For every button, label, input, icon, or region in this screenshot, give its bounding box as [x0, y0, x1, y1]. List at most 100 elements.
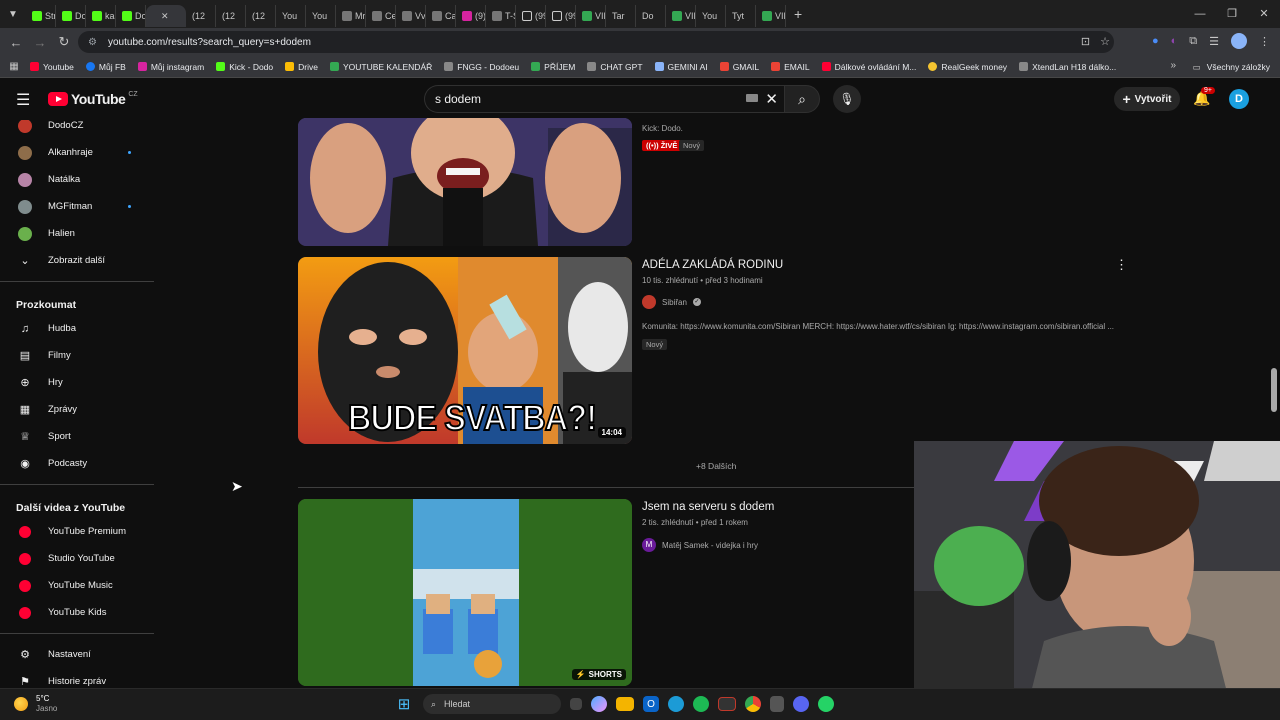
- browser-tab[interactable]: Tar: [0, 5, 1280, 688]
- browser-tab[interactable]: VID: [666, 5, 696, 27]
- file-explorer-icon[interactable]: [616, 697, 634, 711]
- copilot-icon[interactable]: [591, 696, 607, 712]
- browser-tab[interactable]: (12: [0, 5, 1280, 688]
- sidebar-subscription[interactable]: DodoCZ: [0, 120, 154, 139]
- browser-tab[interactable]: (9): [456, 5, 486, 27]
- bookmark-item[interactable]: PŘÍJEM: [531, 62, 575, 72]
- bookmark-item[interactable]: GEMINI AI: [654, 62, 708, 72]
- create-button[interactable]: + Vytvořit: [1114, 87, 1180, 111]
- discord-icon[interactable]: [793, 696, 809, 712]
- close-window-button[interactable]: ✕: [1248, 0, 1280, 28]
- show-more-button[interactable]: ⌄ Zobrazit další: [0, 247, 154, 274]
- bookmark-item[interactable]: Můj FB: [85, 62, 126, 72]
- keyboard-icon[interactable]: [746, 94, 758, 102]
- sidebar-item[interactable]: YouTube Kids: [0, 599, 154, 626]
- browser-tab[interactable]: You: [0, 5, 1280, 688]
- browser-tab[interactable]: Tyt: [0, 5, 1280, 688]
- forward-button[interactable]: →: [28, 35, 52, 50]
- sidebar-item[interactable]: ♫ Hudba: [0, 315, 154, 342]
- channel-link[interactable]: M Matěj Samek - videjka i hry: [642, 538, 758, 552]
- video-title[interactable]: ADÉLA ZAKLÁDÁ RODINU: [642, 259, 783, 271]
- sidebar-item[interactable]: ⊕ Hry: [0, 369, 154, 396]
- browser-tab[interactable]: kas: [86, 5, 116, 27]
- sidebar-subscription[interactable]: MGFitman: [0, 193, 154, 220]
- search-input[interactable]: s dodem ✕: [424, 85, 784, 113]
- sidebar-item[interactable]: ▦ Zprávy: [0, 396, 154, 423]
- browser-tab[interactable]: (99: [516, 5, 546, 27]
- minimize-button[interactable]: —: [1184, 0, 1216, 28]
- channel-link[interactable]: Sibiřan ✓: [642, 295, 701, 309]
- calculator-icon[interactable]: [770, 696, 784, 712]
- sidebar-item[interactable]: ⚑ Historie zpráv: [0, 668, 154, 688]
- page-scrollbar[interactable]: [1271, 368, 1277, 412]
- extension-icon[interactable]: ●: [1152, 35, 1159, 47]
- more-results-button[interactable]: +8 Dalších: [696, 461, 736, 471]
- sidebar-item[interactable]: YouTube Premium: [0, 518, 154, 545]
- clear-search-icon[interactable]: ✕: [765, 90, 778, 108]
- bookmark-item[interactable]: RealGeek money: [928, 62, 1007, 72]
- menu-kebab-icon[interactable]: ⋮: [1259, 35, 1270, 48]
- taskbar-search[interactable]: ⌕ Hledat: [423, 694, 561, 714]
- reading-list-icon[interactable]: ☰: [1209, 35, 1219, 48]
- bookmark-item[interactable]: Youtube: [30, 62, 74, 72]
- browser-tab[interactable]: (99: [546, 5, 576, 27]
- browser-tab[interactable]: ✕: [0, 5, 1280, 688]
- chrome-icon[interactable]: [745, 696, 761, 712]
- spotify-icon[interactable]: [693, 696, 709, 712]
- sidebar-item[interactable]: ▤ Filmy: [0, 342, 154, 369]
- bookmark-item[interactable]: Můj instagram: [137, 62, 204, 72]
- sidebar-item[interactable]: ◉ Podcasty: [0, 450, 154, 477]
- back-button[interactable]: ←: [4, 35, 28, 50]
- address-bar[interactable]: ⚙ youtube.com/results?search_query=s+dod…: [78, 31, 1114, 53]
- whatsapp-icon[interactable]: [818, 696, 834, 712]
- outlook-icon[interactable]: O: [643, 696, 659, 712]
- new-tab-button[interactable]: +: [794, 6, 802, 22]
- task-view-icon[interactable]: [570, 698, 582, 710]
- bookmark-item[interactable]: CHAT GPT: [587, 62, 643, 72]
- install-app-icon[interactable]: ⊡: [1081, 35, 1090, 48]
- video-thumbnail[interactable]: [298, 118, 632, 246]
- bookmark-item[interactable]: FNGG - Dodoeu: [444, 62, 519, 72]
- extensions-puzzle-icon[interactable]: ⧉: [1189, 35, 1197, 48]
- bookmarks-overflow-icon[interactable]: »: [1170, 60, 1176, 71]
- browser-tab[interactable]: Cel: [366, 5, 396, 27]
- sidebar-item[interactable]: Studio YouTube: [0, 545, 154, 572]
- hamburger-menu-icon[interactable]: ☰: [16, 90, 30, 110]
- browser-tab[interactable]: Stre: [26, 5, 56, 27]
- browser-tab[interactable]: (12: [0, 5, 1280, 688]
- browser-tab[interactable]: Mrl: [336, 5, 366, 27]
- extension-icon[interactable]: ◐: [1171, 35, 1178, 47]
- profile-avatar[interactable]: [1231, 33, 1247, 49]
- bookmark-item[interactable]: YOUTUBE KALENDÁŘ: [329, 62, 432, 72]
- video-title[interactable]: Jsem na serveru s dodem: [642, 501, 774, 513]
- sidebar-item[interactable]: YouTube Music: [0, 572, 154, 599]
- bookmark-item[interactable]: Drive: [285, 62, 318, 72]
- browser-tab[interactable]: VID: [756, 5, 786, 27]
- bookmark-star-icon[interactable]: ☆: [1100, 35, 1110, 48]
- sidebar-item[interactable]: ♕ Sport: [0, 423, 154, 450]
- all-bookmarks[interactable]: ▭ Všechny záložky: [1193, 56, 1270, 78]
- browser-tab[interactable]: Do: [116, 5, 146, 27]
- browser-tab[interactable]: T-S: [486, 5, 516, 27]
- terminal-icon[interactable]: [718, 697, 736, 711]
- browser-tab[interactable]: Vve: [396, 5, 426, 27]
- more-options-icon[interactable]: ⋮: [1115, 257, 1128, 273]
- browser-tab[interactable]: You: [0, 5, 1280, 688]
- windows-start-icon[interactable]: ⊞: [394, 694, 414, 714]
- tab-search-button[interactable]: ▼: [0, 0, 26, 28]
- sidebar-item[interactable]: ⚙ Nastavení: [0, 641, 154, 668]
- apps-grid-icon[interactable]: ▦: [0, 61, 28, 72]
- sidebar-subscription[interactable]: Alkanhraje: [0, 139, 154, 166]
- browser-tab[interactable]: Car: [426, 5, 456, 27]
- search-button[interactable]: ⌕: [784, 85, 820, 113]
- reload-button[interactable]: ↻: [52, 34, 76, 50]
- youtube-logo[interactable]: YouTube CZ: [48, 91, 138, 107]
- close-tab-icon[interactable]: ✕: [161, 11, 169, 22]
- browser-tab[interactable]: Do: [56, 5, 86, 27]
- maximize-button[interactable]: ❐: [1216, 0, 1248, 28]
- sidebar-subscription[interactable]: Halien: [0, 220, 154, 247]
- sidebar-subscription[interactable]: Natálka: [0, 166, 154, 193]
- bookmark-item[interactable]: XtendLan H18 dálko...: [1019, 62, 1116, 72]
- browser-tab[interactable]: You: [0, 5, 1280, 688]
- bookmark-item[interactable]: GMAIL: [719, 62, 759, 72]
